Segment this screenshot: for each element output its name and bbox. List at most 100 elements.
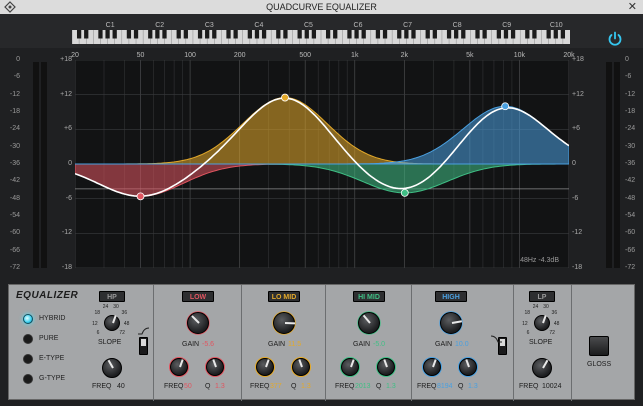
low-band-button[interactable]: LOW — [182, 291, 214, 302]
hp-bell-toggle[interactable] — [139, 337, 148, 355]
note-label: C1 — [105, 22, 115, 29]
meter-tick-label: -42 — [625, 177, 636, 185]
note-label: C2 — [155, 22, 165, 29]
meter-tick-label: -66 — [9, 246, 20, 254]
freq-label: 500 — [299, 52, 312, 59]
meter-tick-label: 0 — [625, 56, 629, 63]
lp-slope-knob[interactable] — [531, 312, 553, 334]
meter-tick-label: -54 — [625, 212, 636, 219]
band-handle[interactable] — [136, 192, 145, 201]
high-gain-knob[interactable] — [437, 309, 465, 337]
freq-label: 2k — [400, 52, 409, 59]
freq-label: 10k — [513, 52, 526, 59]
slope-tick: 72 — [119, 330, 125, 337]
slope-tick: 18 — [94, 310, 100, 317]
note-label: C8 — [452, 22, 462, 29]
meter-tick-label: -12 — [9, 90, 20, 98]
high-freq-knob[interactable] — [420, 355, 444, 379]
high-freq-value: 8194 — [437, 383, 453, 390]
himid-freq-value: 2013 — [355, 383, 371, 390]
meter-tick-label: -24 — [9, 125, 20, 133]
note-label: C7 — [403, 22, 413, 29]
hp-section: HP 6 12 18 24 30 36 48 72 SLOPE FREQ 40 — [91, 285, 135, 401]
slope-tick: 24 — [102, 303, 109, 310]
lomid-q-value: 1.3 — [301, 383, 311, 390]
low-gain-knob[interactable] — [184, 309, 212, 337]
high-q-value: 1.3 — [468, 383, 478, 390]
mode-led — [23, 354, 33, 364]
himid-q-value: 1.3 — [386, 383, 396, 390]
meter-tick-label: -42 — [9, 177, 20, 185]
meter-tick-label: -48 — [625, 194, 636, 202]
low-freq-knob[interactable] — [167, 355, 191, 379]
high-q-knob[interactable] — [456, 355, 480, 379]
bell-shape-icon — [138, 327, 150, 335]
db-tick-label: -12 — [572, 229, 583, 237]
himid-gain-knob[interactable] — [355, 309, 383, 337]
himid-q-knob[interactable] — [374, 355, 398, 379]
note-label: C6 — [353, 22, 363, 29]
high-band-button[interactable]: HIGH — [435, 291, 467, 302]
slope-tick: 72 — [549, 330, 555, 337]
slope-tick: 48 — [553, 320, 560, 327]
hp-toggle-button[interactable]: HP — [99, 291, 125, 302]
lomid-freq-knob[interactable] — [253, 355, 277, 379]
freq-label: 50 — [136, 52, 145, 59]
band-handle[interactable] — [400, 188, 409, 197]
mode-led — [23, 374, 33, 384]
lp-toggle-button[interactable]: LP — [529, 291, 555, 302]
gloss-button[interactable] — [589, 336, 609, 356]
lomid-q-knob[interactable] — [289, 355, 313, 379]
output-meter-left — [606, 62, 612, 268]
slope-tick: 6 — [526, 330, 530, 337]
band-handle[interactable] — [501, 102, 510, 111]
window-title: QUADCURVE EQUALIZER — [266, 2, 377, 12]
himid-freq-knob[interactable] — [338, 355, 362, 379]
lomid-gain-knob[interactable] — [270, 309, 298, 337]
freq-label: 5k — [466, 52, 474, 59]
freq-label: 200 — [233, 52, 246, 59]
himid-gain-label: GAIN — [353, 341, 371, 348]
high-gain-value: 10.0 — [455, 341, 469, 348]
band-handle[interactable] — [281, 93, 289, 102]
db-tick-label: -18 — [61, 264, 72, 271]
slope-tick: 6 — [96, 330, 100, 337]
app-logo-icon — [4, 1, 16, 13]
note-label: C9 — [502, 22, 512, 29]
lomid-q-label: Q — [291, 383, 297, 390]
hp-freq-knob[interactable] — [99, 355, 125, 381]
slope-tick: 36 — [121, 310, 128, 317]
db-tick-label: -12 — [61, 229, 72, 237]
eq-curve-canvas[interactable] — [75, 60, 569, 268]
slope-tick: 12 — [92, 320, 98, 327]
himid-band-button[interactable]: HI MID — [353, 291, 385, 302]
low-q-label: Q — [205, 383, 211, 390]
slope-tick: 18 — [524, 310, 530, 317]
hp-slope-knob[interactable] — [101, 312, 123, 334]
lomid-band-button[interactable]: LO MID — [268, 291, 300, 302]
power-icon[interactable] — [606, 30, 624, 48]
band-section-low: LOW GAIN -5.6 FREQ 50 Q 1.3 — [153, 285, 241, 401]
equalizer-label: EQUALIZER — [16, 290, 79, 301]
db-tick-label: -6 — [65, 194, 72, 202]
low-q-knob[interactable] — [203, 355, 227, 379]
control-panel: EQUALIZER HYBRID PURE E-TYPE G-TYPE HP 6… — [8, 284, 635, 401]
cursor-readout: 48Hz -4.3dB — [520, 257, 559, 264]
bell-shape-icon — [490, 335, 502, 343]
gloss-label: GLOSS — [587, 361, 612, 368]
db-tick-label: 0 — [572, 160, 576, 167]
meter-tick-label: -6 — [13, 73, 20, 81]
low-freq-value: 50 — [184, 383, 192, 390]
piano-keyboard[interactable] — [72, 30, 570, 44]
lp-freq-knob[interactable] — [529, 355, 555, 381]
meter-tick-label: -54 — [9, 212, 20, 219]
high-freq-label: FREQ — [417, 383, 437, 390]
hp-freq-value: 40 — [117, 383, 125, 390]
hp-slope-label: SLOPE — [98, 339, 122, 346]
band-section-lomid: LO MID GAIN 11.5 FREQ 377 Q 1.3 — [241, 285, 325, 401]
meter-tick-label: -66 — [625, 246, 636, 254]
lomid-freq-value: 377 — [270, 383, 282, 390]
slope-tick: 24 — [532, 303, 539, 310]
close-icon[interactable]: ✕ — [628, 0, 637, 14]
eq-graph[interactable]: 48Hz -4.3dB — [75, 60, 569, 268]
